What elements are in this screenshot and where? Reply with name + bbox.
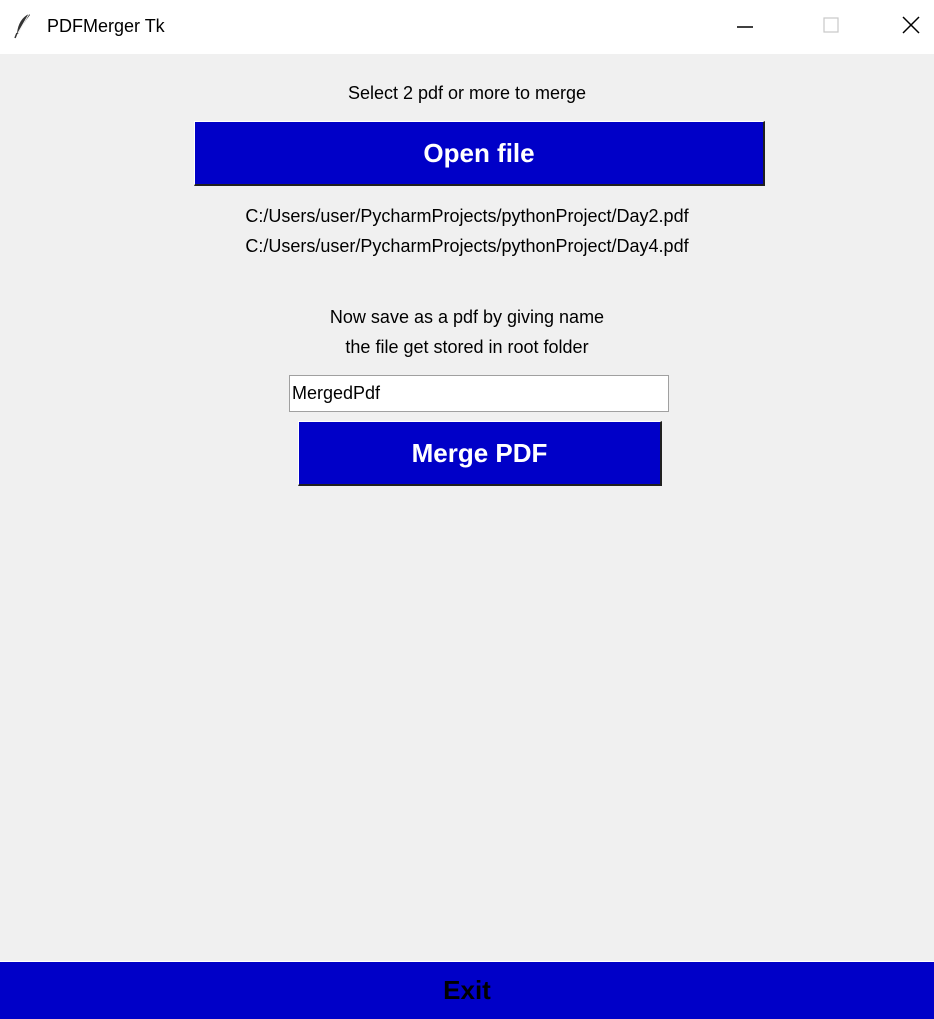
- close-button[interactable]: [888, 0, 934, 54]
- merge-pdf-button[interactable]: Merge PDF: [298, 421, 662, 486]
- exit-button[interactable]: Exit: [0, 961, 934, 1019]
- open-file-button[interactable]: Open file: [194, 121, 765, 186]
- save-instruction-label: Now save as a pdf by giving name: [329, 307, 605, 327]
- save-instruction-label: the file get stored in root folder: [345, 337, 589, 357]
- main-panel: Select 2 pdf or more to merge Open file …: [0, 54, 934, 1019]
- title-bar[interactable]: PDFMerger Tk: [0, 0, 934, 54]
- filename-input[interactable]: [289, 375, 669, 412]
- maximize-icon: [821, 15, 841, 40]
- select-instruction-label: Select 2 pdf or more to merge: [347, 83, 587, 103]
- selected-file-path: C:/Users/user/PycharmProjects/pythonProj…: [245, 236, 689, 256]
- close-icon: [901, 15, 921, 40]
- feather-icon: [14, 13, 32, 39]
- minimize-button[interactable]: [722, 0, 768, 54]
- window-title: PDFMerger Tk: [47, 16, 165, 36]
- minimize-icon: [735, 15, 755, 40]
- maximize-button[interactable]: [808, 0, 854, 54]
- app-window: PDFMerger Tk Select 2 pdf or more to mer…: [0, 0, 934, 1019]
- selected-file-path: C:/Users/user/PycharmProjects/pythonProj…: [245, 206, 689, 226]
